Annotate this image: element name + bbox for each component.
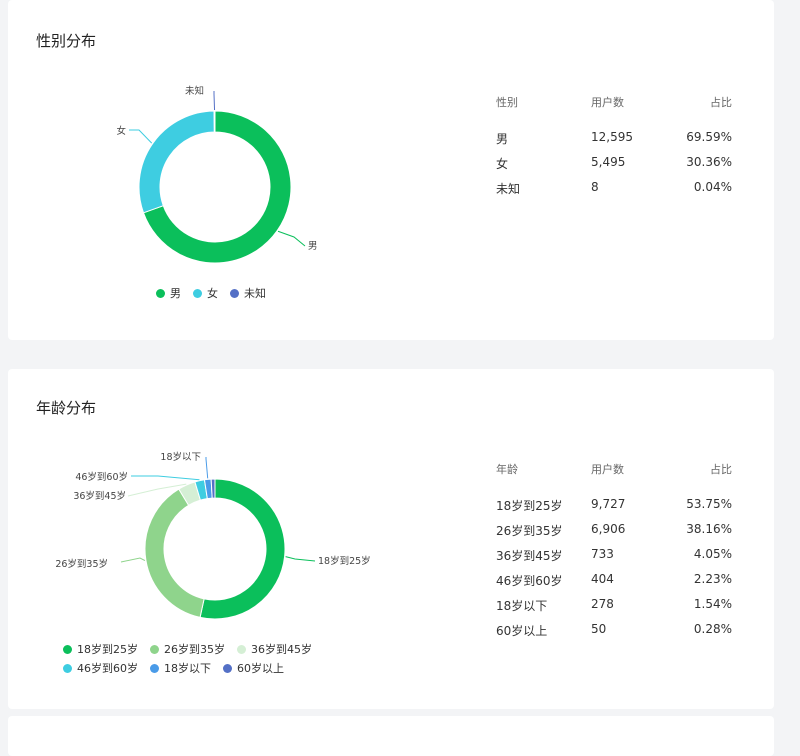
header-age: 年龄 <box>496 463 518 476</box>
slice-label-line <box>129 129 153 144</box>
row-pct: 69.59% <box>686 130 732 144</box>
legend-item[interactable]: 46岁到60岁 <box>63 660 138 676</box>
legend-label: 男 <box>170 287 181 300</box>
row-pct: 38.16% <box>686 522 732 536</box>
legend-label: 46岁到60岁 <box>77 662 138 675</box>
header-percentage: 占比 <box>710 463 732 476</box>
legend-item[interactable]: 60岁以上 <box>223 660 284 676</box>
table-row: 男 12,595 69.59% <box>496 130 732 155</box>
legend-label: 18岁到25岁 <box>77 643 138 656</box>
row-label: 女 <box>496 157 509 171</box>
legend-dot-icon <box>156 288 165 298</box>
row-pct: 4.05% <box>693 547 732 561</box>
row-count: 733 <box>591 547 614 561</box>
row-count: 50 <box>591 622 607 636</box>
slice-label-line <box>285 556 316 562</box>
legend-label: 36岁到45岁 <box>251 643 312 656</box>
slice-label-line <box>131 475 200 481</box>
next-section-card <box>8 716 774 756</box>
row-label: 36岁到45岁 <box>496 549 563 563</box>
age-distribution-card: 年龄分布 18岁到25岁 26岁到35岁 36岁到45岁 46岁到60岁 18岁以下 1… <box>8 369 774 709</box>
slice-5[interactable] <box>210 478 216 499</box>
table-row: 36岁到45岁 733 4.05% <box>496 547 732 572</box>
row-count: 404 <box>591 572 614 586</box>
table-row: 女 5,495 30.36% <box>496 155 732 180</box>
legend-dot-icon <box>193 288 202 298</box>
legend-dot-icon <box>150 663 159 673</box>
row-pct: 30.36% <box>686 155 732 169</box>
slice-label: 男 <box>308 241 318 252</box>
table-row: 18岁到25岁 9,727 53.75% <box>496 497 732 522</box>
row-label: 未知 <box>496 182 521 196</box>
table-row: 18岁以下 278 1.54% <box>496 597 732 622</box>
age-table-header: 年龄 用户数 占比 <box>496 461 732 497</box>
legend-label: 60岁以上 <box>237 662 284 675</box>
row-label: 46岁到60岁 <box>496 574 563 588</box>
legend-item[interactable]: 未知 <box>230 285 266 301</box>
legend-item[interactable]: 女 <box>193 285 218 301</box>
row-pct: 0.28% <box>693 622 732 636</box>
slice-label-line <box>277 230 306 247</box>
header-percentage: 占比 <box>710 96 732 109</box>
slice-2[interactable] <box>213 110 216 133</box>
legend-dot-icon <box>63 663 72 673</box>
row-pct: 1.54% <box>693 597 732 611</box>
legend-label: 女 <box>207 287 218 300</box>
legend-item[interactable]: 18岁到25岁 <box>63 641 138 657</box>
legend-label: 26岁到35岁 <box>164 643 225 656</box>
row-pct: 2.23% <box>693 572 732 586</box>
slice-label: 18岁到25岁 <box>318 555 371 567</box>
row-label: 18岁到25岁 <box>496 499 563 513</box>
slice-label: 36岁到45岁 <box>73 490 126 502</box>
table-row: 26岁到35岁 6,906 38.16% <box>496 522 732 547</box>
table-row: 46岁到60岁 404 2.23% <box>496 572 732 597</box>
legend-dot-icon <box>230 288 239 298</box>
row-label: 18岁以下 <box>496 599 548 613</box>
row-count: 6,906 <box>591 522 626 536</box>
slice-1[interactable] <box>144 488 205 618</box>
slice-label: 46岁到60岁 <box>75 471 128 483</box>
legend-dot-icon <box>150 644 159 654</box>
row-label: 男 <box>496 132 509 146</box>
slice-label: 未知 <box>185 85 204 97</box>
slice-label: 26岁到35岁 <box>55 558 108 570</box>
slice-label-line <box>120 557 146 563</box>
legend-item[interactable]: 男 <box>156 285 181 301</box>
gender-chart-legend: 男 女 未知 <box>156 285 266 301</box>
row-count: 278 <box>591 597 614 611</box>
gender-table-header: 性别 用户数 占比 <box>496 94 732 130</box>
table-row: 未知 8 0.04% <box>496 180 732 205</box>
legend-dot-icon <box>237 644 246 654</box>
row-label: 26岁到35岁 <box>496 524 563 538</box>
legend-item[interactable]: 36岁到45岁 <box>237 641 312 657</box>
row-count: 8 <box>591 180 599 194</box>
header-user-count: 用户数 <box>591 96 624 109</box>
age-chart-legend: 18岁到25岁 26岁到35岁 36岁到45岁 46岁到60岁 18岁以下 60岁以上 <box>63 641 393 676</box>
slice-label-line <box>205 457 209 479</box>
slice-label-line <box>213 91 216 111</box>
slice-1[interactable] <box>138 110 215 214</box>
legend-dot-icon <box>223 663 232 673</box>
row-pct: 0.04% <box>693 180 732 194</box>
row-count: 9,727 <box>591 497 626 511</box>
gender-distribution-card: 性别分布 男女未知 男女未知 性别 用户数 占比 男 12,595 69.59%… <box>8 0 774 340</box>
header-gender: 性别 <box>496 96 518 109</box>
table-row: 60岁以上 50 0.28% <box>496 622 732 647</box>
slice-label: 18岁以下 <box>160 451 201 463</box>
legend-item[interactable]: 26岁到35岁 <box>150 641 225 657</box>
slice-0[interactable] <box>199 478 286 620</box>
legend-dot-icon <box>63 644 72 654</box>
row-label: 60岁以上 <box>496 624 548 638</box>
header-user-count: 用户数 <box>591 463 624 476</box>
legend-label: 18岁以下 <box>164 662 211 675</box>
age-table: 年龄 用户数 占比 18岁到25岁 9,727 53.75% 26岁到35岁 6… <box>496 461 732 647</box>
gender-table: 性别 用户数 占比 男 12,595 69.59% 女 5,495 30.36%… <box>496 94 732 205</box>
row-count: 5,495 <box>591 155 626 169</box>
slice-label: 女 <box>116 125 126 137</box>
row-count: 12,595 <box>591 130 633 144</box>
row-pct: 53.75% <box>686 497 732 511</box>
legend-label: 未知 <box>244 287 266 300</box>
legend-item[interactable]: 18岁以下 <box>150 660 211 676</box>
